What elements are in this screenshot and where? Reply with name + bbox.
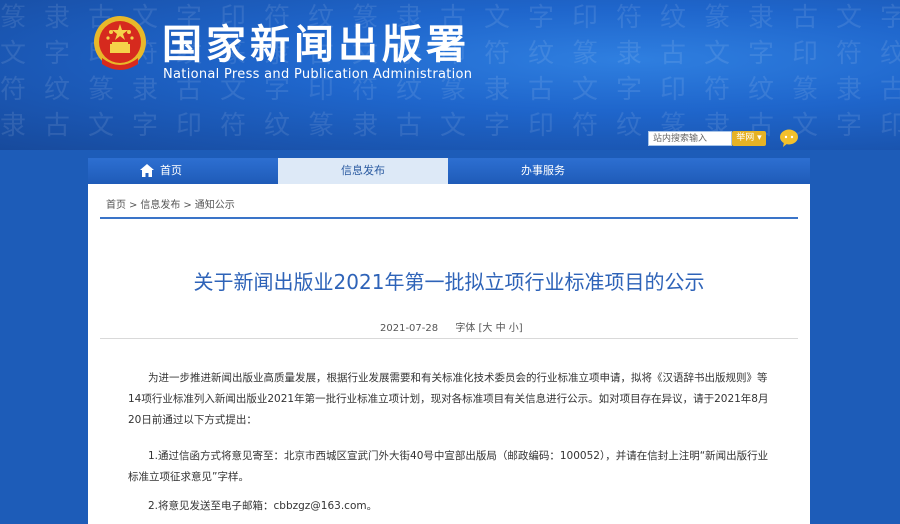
- article-paragraph: 为进一步推进新闻出版业高质量发展，根据行业发展需要和有关标准化技术委员会的行业标…: [128, 372, 769, 426]
- breadcrumb-separator: >: [183, 200, 192, 211]
- content-panel: 首页 > 信息发布 > 通知公示 关于新闻出版业2021年第一批拟立项行业标准项目的公示…: [88, 184, 810, 524]
- divider: [100, 338, 798, 339]
- article-date: 2021-07-28: [380, 323, 439, 334]
- chat-bubble-icon[interactable]: [778, 128, 800, 148]
- search-button-label: 举网: [736, 133, 755, 143]
- font-size-switcher[interactable]: [大 中 小]: [479, 323, 523, 334]
- home-icon: [140, 164, 154, 177]
- main-nav: 首页 信息发布 办事服务: [88, 158, 810, 184]
- article-meta: 2021-07-28 字体 [大 中 小]: [380, 319, 523, 334]
- national-emblem-icon: [94, 16, 146, 70]
- breadcrumb-news[interactable]: 信息发布: [140, 200, 180, 211]
- font-size-label: 字体: [455, 323, 476, 334]
- search-button[interactable]: 举网 ▾: [732, 131, 766, 146]
- article-title: 关于新闻出版业2021年第一批拟立项行业标准项目的公示: [193, 270, 705, 294]
- nav-home-label: 首页: [160, 164, 182, 177]
- nav-news-label: 信息发布: [341, 164, 385, 177]
- breadcrumb-home[interactable]: 首页: [106, 200, 126, 211]
- breadcrumb-separator: >: [129, 200, 138, 211]
- nav-home[interactable]: 首页: [88, 158, 258, 184]
- chevron-down-icon: ▾: [754, 133, 762, 143]
- divider: [100, 217, 798, 219]
- breadcrumb-notices[interactable]: 通知公示: [195, 200, 235, 211]
- nav-service[interactable]: 办事服务: [448, 158, 638, 184]
- nav-news[interactable]: 信息发布: [278, 158, 448, 184]
- site-subtitle: National Press and Publication Administr…: [163, 67, 473, 82]
- nav-service-label: 办事服务: [521, 164, 565, 177]
- article-paragraph: 1.通过信函方式将意见寄至：北京市西城区宣武门外大街40号中宣部出版局（邮政编码…: [128, 450, 769, 483]
- article-paragraph: 2.将意见发送至电子邮箱：cbbzgz@163.com。: [148, 500, 378, 512]
- search-input[interactable]: 站内搜索输入: [648, 131, 732, 146]
- site-header: 篆隶古文字印符纹篆隶古文字印符纹篆隶古文字印符纹篆隶古文 文字印符纹篆隶古文字印…: [0, 0, 900, 150]
- breadcrumb: 首页 > 信息发布 > 通知公示: [106, 196, 235, 211]
- site-title: 国家新闻出版署: [162, 22, 470, 68]
